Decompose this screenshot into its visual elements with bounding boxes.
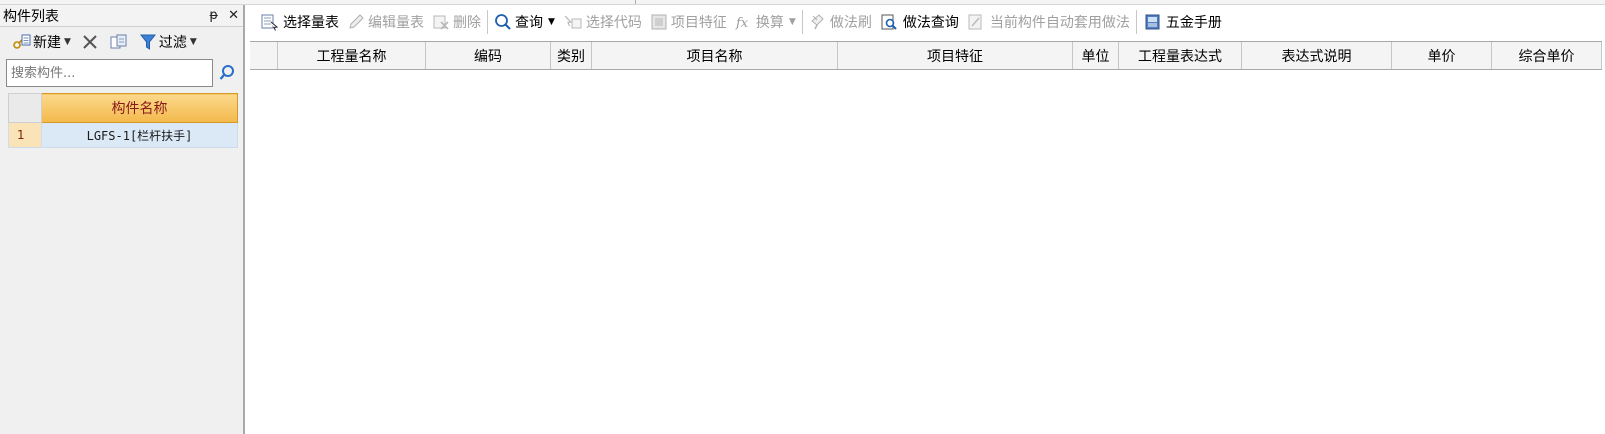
panel-title: 构件列表 <box>3 8 59 25</box>
copy-icon <box>109 33 129 51</box>
search-button[interactable] <box>215 59 239 87</box>
filter-label: 过滤 <box>158 35 187 51</box>
query-label: 查询 <box>515 15 543 31</box>
feature-icon <box>651 14 667 30</box>
new-label: 新建 <box>33 35 61 51</box>
select-code-icon <box>564 15 582 29</box>
query-icon <box>495 14 511 30</box>
edit-table-button[interactable]: 编辑量表 <box>343 12 428 32</box>
select-table-label: 选择量表 <box>283 15 339 31</box>
convert-label: 换算 <box>755 15 784 31</box>
grid-header-item-name[interactable]: 项目名称 <box>592 42 838 69</box>
method-brush-label: 做法刷 <box>829 15 872 31</box>
delete-component-button[interactable] <box>78 31 102 53</box>
grid-header-unit-price[interactable]: 单价 <box>1392 42 1492 69</box>
item-feature-label: 项目特征 <box>670 15 727 31</box>
hardware-manual-label: 五金手册 <box>1165 15 1222 31</box>
grid-header-unit[interactable]: 单位 <box>1073 42 1119 69</box>
component-list-panel: 构件列表 ᵽ ✕ 新建 ▼ 过滤 ▼ 搜索构件... 构件名称 1 LGFS-1… <box>0 5 245 434</box>
panel-controls: ᵽ ✕ <box>209 9 239 22</box>
item-feature-button[interactable]: 项目特征 <box>646 12 731 32</box>
grid-header-quantity-expression[interactable]: 工程量表达式 <box>1119 42 1242 69</box>
fx-icon: fx <box>735 16 749 31</box>
method-panel: 选择量表 编辑量表 删除 查询 ▼ 选择代码 项目特征 fx 换算 ▼ 做法刷 … <box>250 5 1605 434</box>
edit-table-label: 编辑量表 <box>368 15 424 31</box>
filter-dropdown-caret[interactable]: ▼ <box>190 37 197 47</box>
query-dropdown-caret[interactable]: ▼ <box>548 17 555 27</box>
grid-header-category[interactable]: 类别 <box>551 42 592 69</box>
table-row[interactable]: 1 LGFS-1[栏杆扶手] <box>8 122 238 148</box>
grid-header-expression-note[interactable]: 表达式说明 <box>1242 42 1392 69</box>
manual-icon <box>1145 14 1160 30</box>
splitter-mark <box>635 0 636 4</box>
search-row <box>0 57 243 89</box>
convert-button[interactable]: fx 换算 ▼ <box>731 12 800 32</box>
component-table: 构件名称 1 LGFS-1[栏杆扶手] <box>8 93 238 148</box>
select-code-button[interactable]: 选择代码 <box>559 12 646 32</box>
method-query-icon <box>881 14 897 30</box>
brush-icon <box>811 14 824 30</box>
copy-component-button[interactable] <box>106 31 132 53</box>
component-table-header: 构件名称 <box>8 93 238 123</box>
select-table-button[interactable]: 选择量表 <box>256 12 343 32</box>
filter-button[interactable]: 过滤 ▼ <box>136 30 200 54</box>
grid-header-total-unit-price[interactable]: 综合单价 <box>1492 42 1602 69</box>
svg-text:fx: fx <box>735 16 749 31</box>
main-toolbar: 选择量表 编辑量表 删除 查询 ▼ 选择代码 项目特征 fx 换算 ▼ 做法刷 … <box>250 5 1605 39</box>
component-name-cell[interactable]: LGFS-1[栏杆扶手] <box>41 122 238 148</box>
component-toolbar: 新建 ▼ 过滤 ▼ <box>0 27 243 57</box>
auto-method-button[interactable]: 当前构件自动套用做法 <box>963 12 1134 32</box>
toolbar-separator <box>487 10 488 34</box>
panel-header: 构件列表 ᵽ ✕ <box>0 5 243 27</box>
toolbar-separator <box>801 10 803 34</box>
pin-icon[interactable]: ᵽ <box>209 9 218 22</box>
row-number: 1 <box>8 122 42 148</box>
grid-header-selector[interactable] <box>250 42 278 69</box>
select-table-icon <box>261 14 279 31</box>
method-brush-button[interactable]: 做法刷 <box>805 12 876 32</box>
auto-method-icon <box>968 14 982 30</box>
select-code-label: 选择代码 <box>585 15 642 31</box>
component-name-header[interactable]: 构件名称 <box>41 93 238 123</box>
new-icon <box>11 33 31 51</box>
delete-label: 删除 <box>453 15 481 31</box>
new-button[interactable]: 新建 ▼ <box>8 30 74 54</box>
hardware-manual-button[interactable]: 五金手册 <box>1139 12 1226 32</box>
filter-icon <box>139 33 157 51</box>
search-input[interactable] <box>6 59 214 87</box>
method-query-button[interactable]: 做法查询 <box>876 12 963 32</box>
delete-x-icon <box>81 33 99 51</box>
row-number-header <box>8 93 42 123</box>
method-query-label: 做法查询 <box>902 15 959 31</box>
grid-header-code[interactable]: 编码 <box>426 42 551 69</box>
auto-method-label: 当前构件自动套用做法 <box>989 15 1130 31</box>
query-button[interactable]: 查询 ▼ <box>490 12 559 32</box>
grid-header-quantity-name[interactable]: 工程量名称 <box>278 42 426 69</box>
delete-button[interactable]: 删除 <box>428 12 485 32</box>
new-dropdown-caret[interactable]: ▼ <box>64 37 71 47</box>
grid-header-item-feature[interactable]: 项目特征 <box>838 42 1073 69</box>
convert-dropdown-caret[interactable]: ▼ <box>789 17 796 27</box>
toolbar-separator <box>1135 10 1137 34</box>
close-icon[interactable]: ✕ <box>228 9 239 22</box>
delete-icon <box>433 15 449 30</box>
search-icon <box>219 65 235 80</box>
edit-icon <box>349 14 364 29</box>
method-grid-header: 工程量名称 编码 类别 项目名称 项目特征 单位 工程量表达式 表达式说明 单价… <box>250 41 1602 70</box>
